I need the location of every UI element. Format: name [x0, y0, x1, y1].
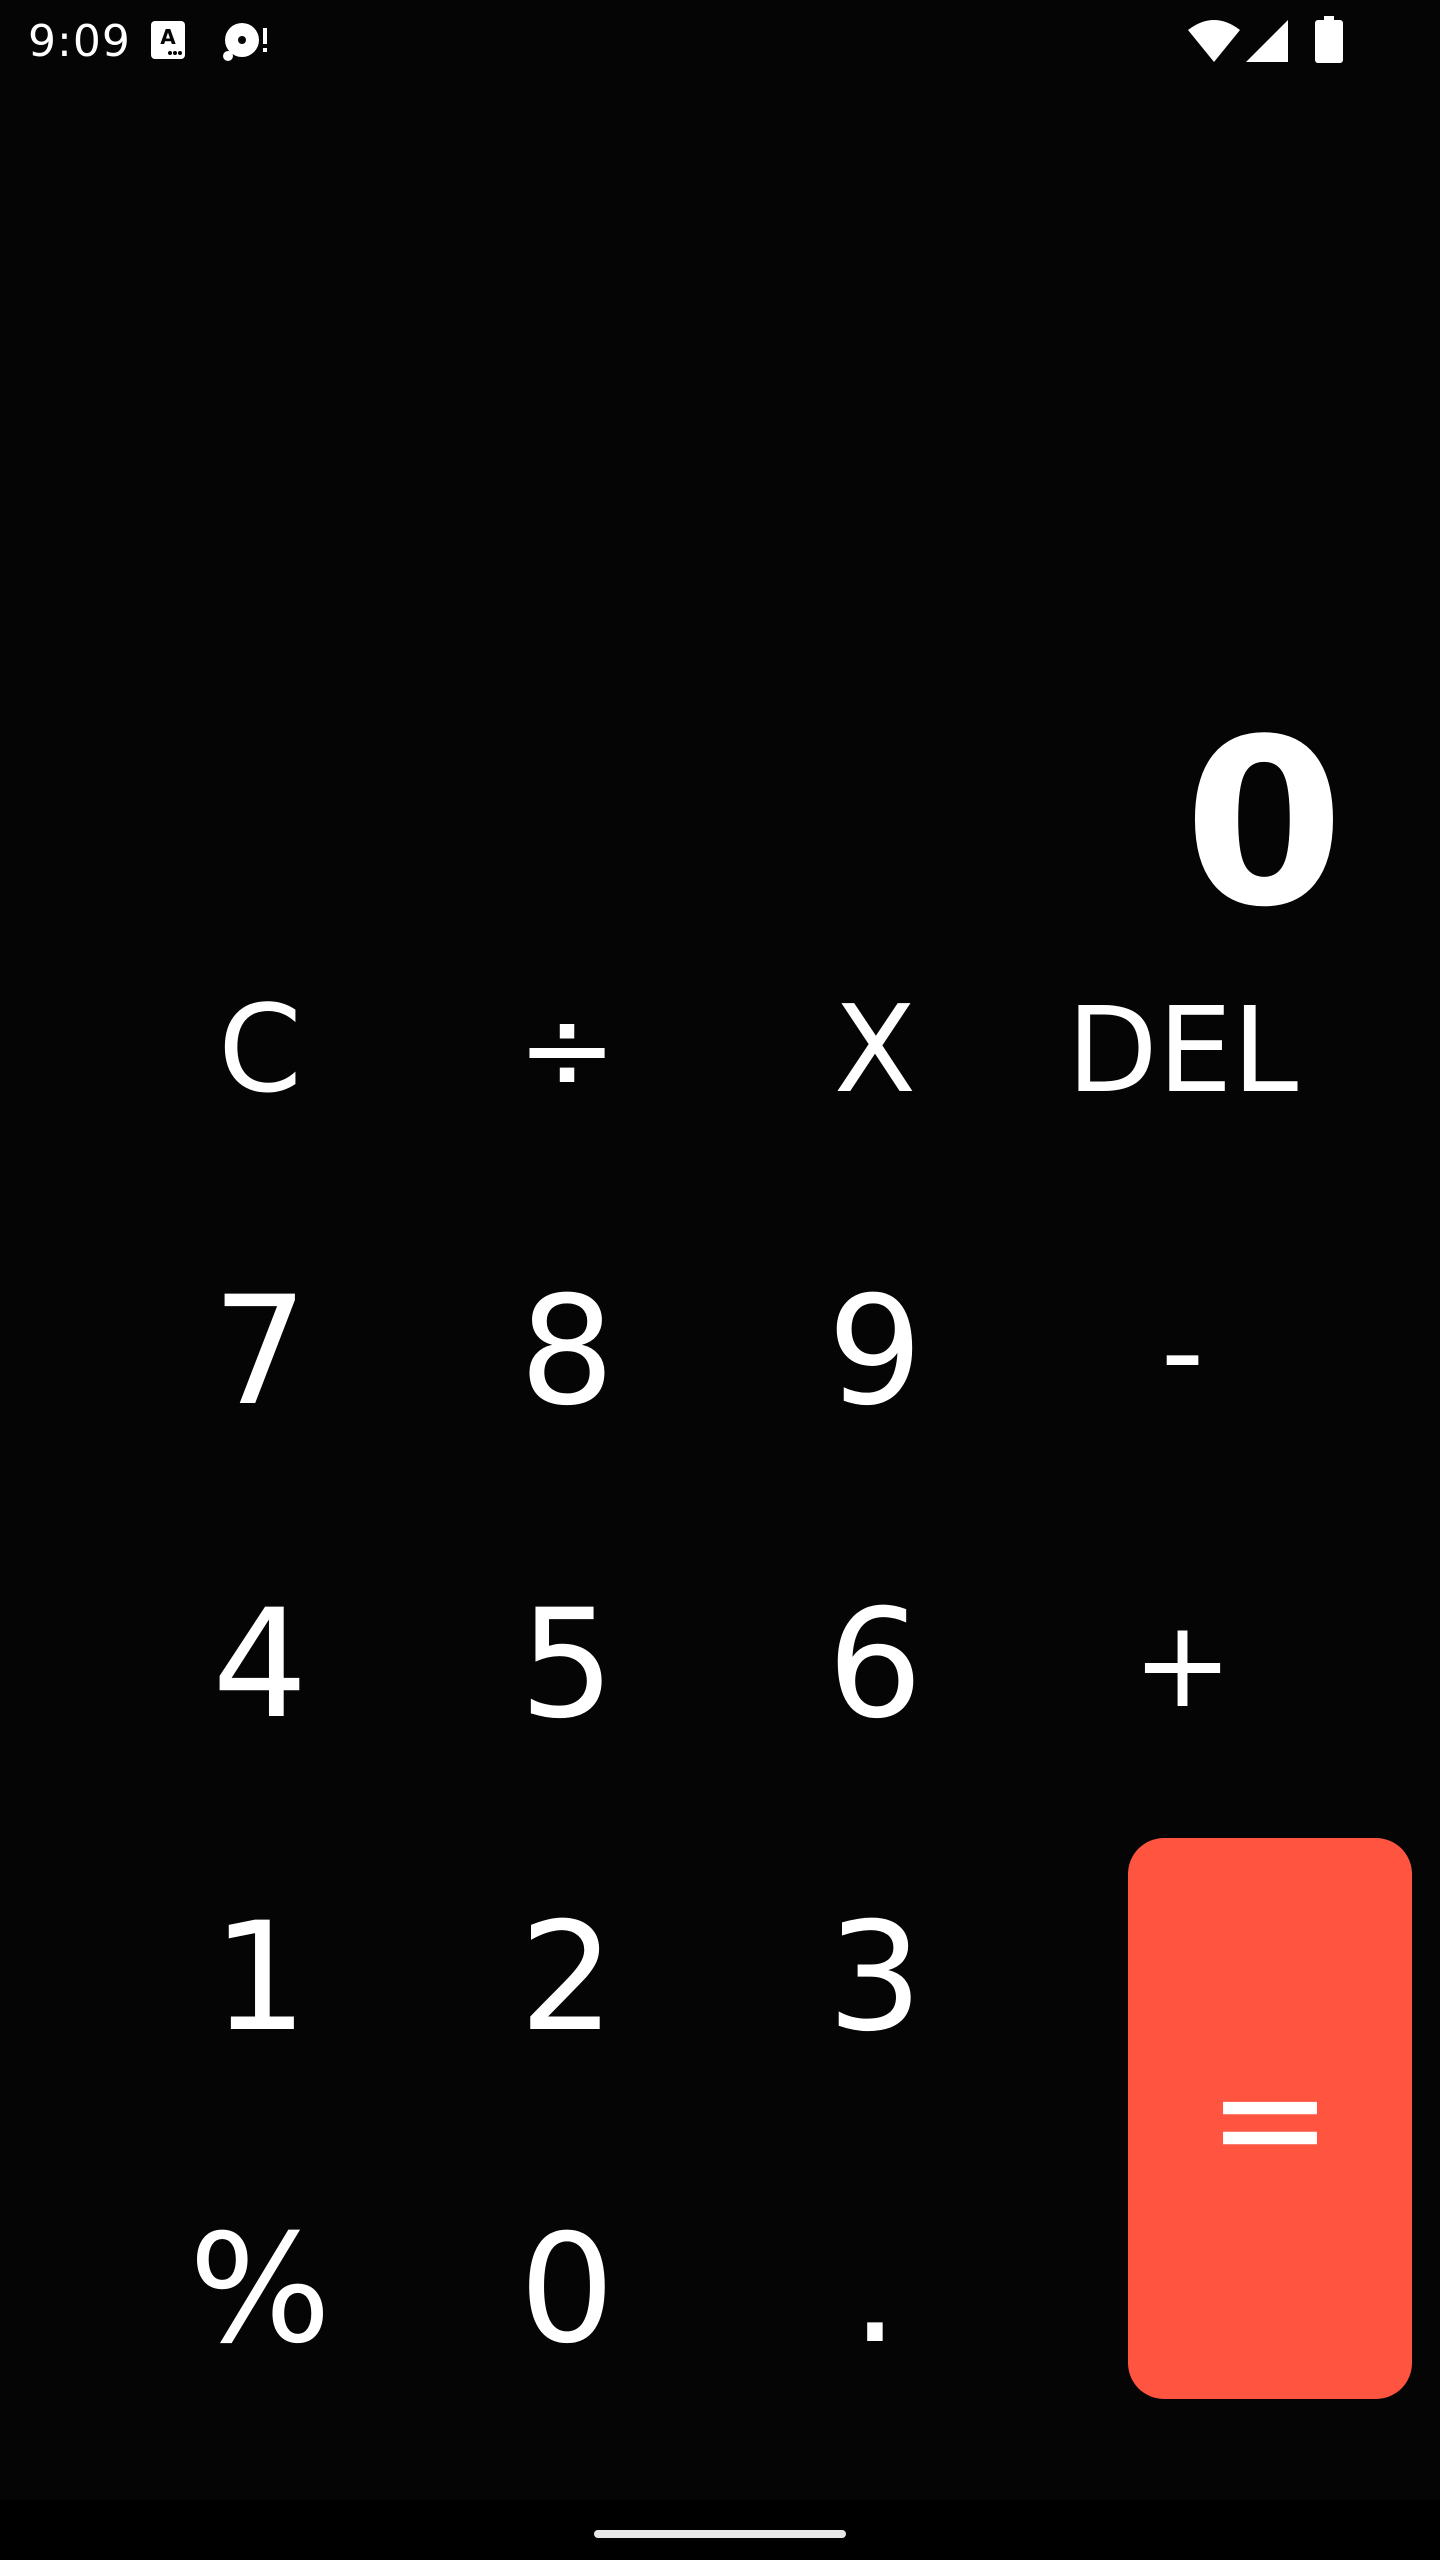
equals-button[interactable]: =: [1128, 1838, 1412, 2399]
minus-label: -: [1160, 1282, 1205, 1422]
plus-button[interactable]: +: [1075, 1575, 1290, 1755]
digit-5-label: 5: [519, 1578, 615, 1752]
digit-2-label: 2: [519, 1891, 615, 2065]
equals-label: =: [1207, 2031, 1333, 2206]
clear-label: C: [218, 980, 302, 1120]
percent-label: %: [188, 2203, 332, 2377]
result-display: 0: [1183, 691, 1344, 958]
wifi-icon: [1188, 20, 1240, 62]
status-time: 9:09: [28, 16, 131, 67]
digit-2-button[interactable]: 2: [462, 1888, 672, 2068]
minus-button[interactable]: -: [1075, 1262, 1290, 1442]
digit-4-button[interactable]: 4: [155, 1575, 365, 1755]
divide-label: ÷: [516, 980, 618, 1120]
divide-button[interactable]: ÷: [462, 960, 672, 1140]
digit-3-button[interactable]: 3: [770, 1888, 980, 2068]
cell-signal-icon: [1246, 20, 1288, 62]
delete-label: DEL: [1066, 981, 1299, 1119]
digit-6-button[interactable]: 6: [770, 1575, 980, 1755]
accessibility-a-icon: A: [151, 21, 185, 59]
svg-text:A: A: [160, 25, 176, 49]
digit-0-button[interactable]: 0: [462, 2200, 672, 2380]
battery-icon: [1315, 16, 1343, 63]
digit-0-label: 0: [519, 2203, 615, 2377]
digit-4-label: 4: [212, 1578, 308, 1752]
plus-label: +: [1132, 1595, 1233, 1735]
digit-9-label: 9: [827, 1265, 923, 1439]
digit-8-button[interactable]: 8: [462, 1262, 672, 1442]
digit-9-button[interactable]: 9: [770, 1262, 980, 1442]
multiply-label: X: [833, 980, 917, 1120]
digit-1-label: 1: [212, 1891, 308, 2065]
digit-8-label: 8: [519, 1265, 615, 1439]
digit-3-label: 3: [827, 1891, 923, 2065]
digit-5-button[interactable]: 5: [462, 1575, 672, 1755]
decimal-button[interactable]: .: [770, 2200, 980, 2380]
status-bar: 9:09 A: [0, 0, 1440, 84]
navigation-bar: [0, 2500, 1440, 2560]
decimal-label: .: [851, 2203, 899, 2377]
digit-7-label: 7: [212, 1265, 308, 1439]
percent-button[interactable]: %: [155, 2200, 365, 2380]
home-gesture-handle[interactable]: [594, 2530, 846, 2538]
multiply-button[interactable]: X: [770, 960, 980, 1140]
digit-7-button[interactable]: 7: [155, 1262, 365, 1442]
clear-button[interactable]: C: [155, 960, 365, 1140]
digit-6-label: 6: [827, 1578, 923, 1752]
digit-1-button[interactable]: 1: [155, 1888, 365, 2068]
disc-alert-icon: [223, 23, 267, 61]
delete-button[interactable]: DEL: [1067, 960, 1298, 1140]
